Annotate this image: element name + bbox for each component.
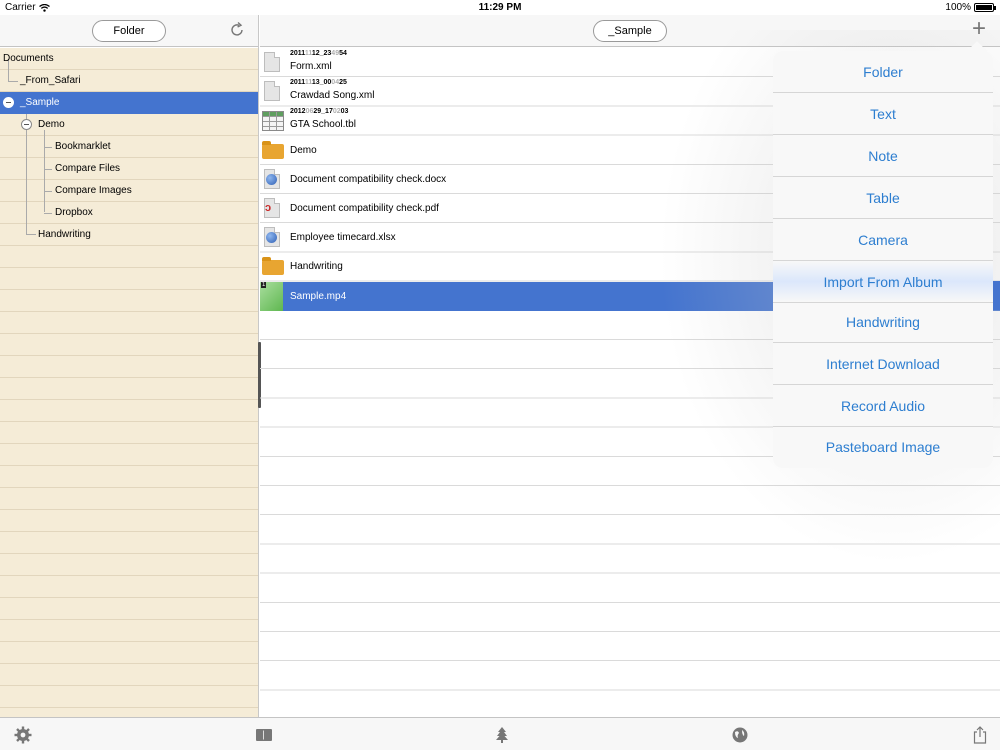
file-name: Sample.mp4 — [290, 290, 347, 302]
tree-item-label: Demo — [38, 119, 65, 130]
tree-item-dropbox[interactable]: Dropbox — [0, 202, 258, 224]
folder-button[interactable]: Folder — [92, 20, 166, 42]
tree-item-documents[interactable]: Documents — [0, 48, 258, 70]
tree-item-label: Bookmarklet — [55, 141, 111, 152]
file-name: Employee timecard.xlsx — [290, 232, 396, 244]
left-toolbar: Folder — [0, 15, 258, 47]
battery-percent: 100% — [945, 2, 971, 13]
collapse-icon[interactable] — [3, 97, 14, 108]
tree-item-label: _From_Safari — [20, 75, 81, 86]
tree-item-compare-files[interactable]: Compare Files — [0, 158, 258, 180]
right-toolbar: _Sample + — [260, 15, 1000, 47]
menu-item-import-from-album[interactable]: Import From Album — [773, 261, 993, 303]
new-item-menu: Folder Text Note Table Camera Import Fro… — [773, 51, 993, 468]
tree-item-from-safari[interactable]: _From_Safari — [0, 70, 258, 92]
file-date: 20120629_170203 — [290, 108, 349, 116]
file-date: 20111113_000425 — [290, 79, 347, 87]
tree-item-compare-images[interactable]: Compare Images — [0, 180, 258, 202]
tree-item-label: Dropbox — [55, 207, 93, 218]
path-button[interactable]: _Sample — [593, 20, 667, 42]
sidebar-toggle-icon[interactable] — [255, 726, 273, 744]
tree-icon[interactable] — [493, 726, 511, 744]
bottom-toolbar — [0, 717, 1000, 750]
status-time: 11:29 PM — [478, 2, 522, 13]
video-thumbnail-icon — [260, 281, 283, 311]
menu-item-camera[interactable]: Camera — [773, 219, 993, 261]
folder-icon — [262, 255, 284, 277]
menu-item-table[interactable]: Table — [773, 177, 993, 219]
globe-icon[interactable] — [731, 726, 749, 744]
menu-item-folder[interactable]: Folder — [773, 51, 993, 93]
docx-file-icon — [262, 168, 282, 190]
selection-edge — [993, 281, 1000, 310]
battery-info: 100% — [945, 2, 996, 13]
menu-item-pasteboard-image[interactable]: Pasteboard Image — [773, 426, 993, 468]
tree-item-label: Handwriting — [38, 229, 91, 240]
folder-tree-pane: Folder Documents _From_Safari _Sample De… — [0, 15, 259, 717]
menu-item-note[interactable]: Note — [773, 135, 993, 177]
tree-item-bookmarklet[interactable]: Bookmarklet — [0, 136, 258, 158]
file-name: Document compatibility check.pdf — [290, 203, 439, 214]
tree-item-label: _Sample — [20, 97, 60, 108]
tree-item-demo[interactable]: Demo — [0, 114, 258, 136]
menu-item-record-audio[interactable]: Record Audio — [773, 385, 993, 427]
tree-item-sample[interactable]: _Sample — [0, 92, 258, 114]
table-file-icon — [262, 109, 284, 132]
file-name: Crawdad Song.xml — [290, 90, 375, 102]
file-date: 20111112_234954 — [290, 50, 347, 57]
menu-item-internet-download[interactable]: Internet Download — [773, 343, 993, 385]
tree-item-handwriting[interactable]: Handwriting — [0, 224, 258, 246]
share-icon[interactable] — [971, 726, 989, 744]
xml-file-icon — [262, 80, 282, 102]
menu-item-handwriting[interactable]: Handwriting — [773, 301, 993, 343]
xlsx-file-icon — [262, 226, 282, 248]
add-icon[interactable]: + — [969, 17, 989, 41]
folder-icon — [262, 139, 284, 161]
file-name: Demo — [290, 144, 317, 156]
file-name: Document compatibility check.docx — [290, 173, 447, 185]
tree-item-label: Compare Images — [55, 185, 132, 196]
battery-icon — [974, 3, 996, 12]
xml-file-icon — [262, 51, 282, 73]
gear-icon[interactable] — [14, 726, 32, 744]
menu-item-text[interactable]: Text — [773, 93, 993, 135]
file-name: GTA School.tbl — [290, 119, 356, 131]
refresh-icon[interactable] — [228, 21, 246, 39]
file-name: Form.xml — [290, 61, 332, 72]
tree-item-label: Compare Files — [55, 163, 121, 174]
collapse-icon[interactable] — [21, 119, 32, 130]
file-name: Handwriting — [290, 261, 343, 273]
folder-tree: Documents _From_Safari _Sample Demo Book… — [0, 48, 258, 717]
status-bar: Carrier 11:29 PM 100% — [0, 0, 1000, 15]
pdf-file-icon: ↄ — [262, 197, 282, 219]
tree-item-label: Documents — [3, 53, 54, 64]
